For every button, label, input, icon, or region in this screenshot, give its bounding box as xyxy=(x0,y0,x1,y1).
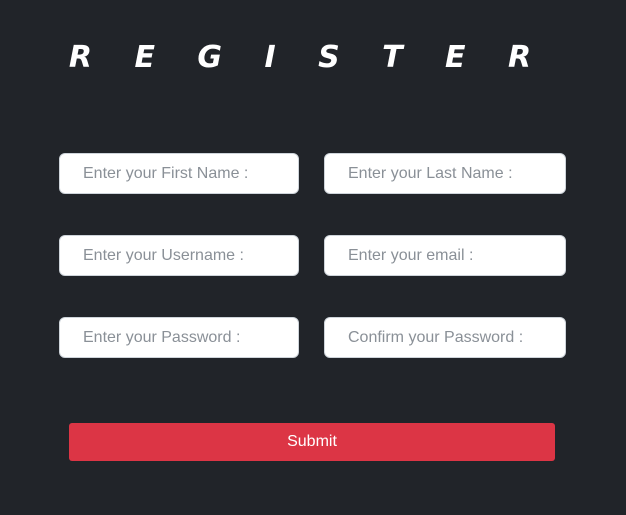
submit-button[interactable]: Submit xyxy=(69,423,555,461)
register-page: R E G I S T E R Submit xyxy=(0,0,626,515)
username-input[interactable] xyxy=(59,235,299,276)
page-title: R E G I S T E R xyxy=(68,40,548,75)
password-input[interactable] xyxy=(59,317,299,358)
last-name-input[interactable] xyxy=(324,153,566,194)
first-name-input[interactable] xyxy=(59,153,299,194)
email-input[interactable] xyxy=(324,235,566,276)
confirm-password-input[interactable] xyxy=(324,317,566,358)
